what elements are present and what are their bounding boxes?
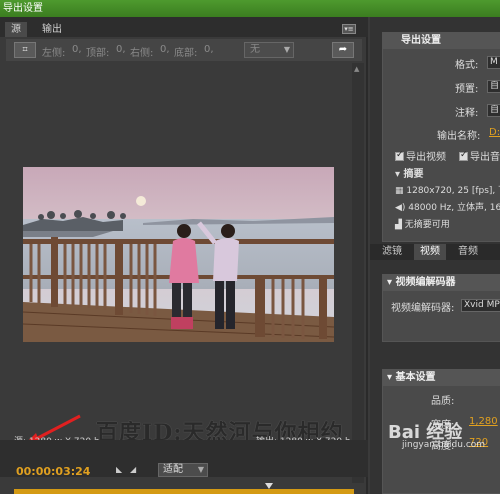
chevron-down-icon: ▼ — [197, 465, 204, 474]
export-audio-label: 导出音 — [470, 152, 500, 163]
crop-ratio-value: 无 — [250, 44, 260, 55]
crop-left-value[interactable]: 0, — [72, 44, 82, 55]
export-settings-section: 导出设置 格式: M 预置: 自 注释: 自 输出名称: D: 导出视频 导出音… — [382, 32, 500, 242]
speaker-icon: ◀) — [395, 203, 409, 213]
output-name-link[interactable]: D: — [489, 127, 500, 138]
settings-tabbar: 滤镜 视频 音频 — [370, 244, 500, 260]
site-watermark-url: jingyan.baidu.com — [402, 440, 486, 450]
collapse-triangle-icon: ▾ — [387, 372, 396, 383]
summary-audio-row: ◀) 48000 Hz, 立体声, 16 — [395, 200, 500, 213]
summary-none-row: ▟ 无摘要可用 — [395, 217, 450, 230]
set-in-point-icon[interactable]: ◣ — [116, 465, 122, 474]
crop-left-label: 左侧: — [42, 48, 66, 59]
video-preview-frame — [23, 167, 334, 342]
basic-settings-title: 基本设置 — [395, 372, 436, 383]
preset-select[interactable]: 自 — [487, 80, 500, 93]
crop-output-toggle-button[interactable]: ➦ — [332, 42, 354, 58]
crop-ratio-dropdown[interactable]: 无 ▼ — [244, 42, 294, 58]
export-video-checkbox[interactable]: 导出视频 — [395, 148, 446, 163]
video-codec-title: 视频编解码器 — [395, 277, 456, 288]
tab-audio[interactable]: 音频 — [452, 244, 484, 260]
work-area-bar[interactable] — [14, 489, 354, 494]
panel-menu-icon[interactable]: ▾≡ — [342, 24, 356, 34]
checkbox-checked-icon — [459, 150, 468, 161]
crop-right-label: 右侧: — [130, 48, 154, 59]
codec-select[interactable]: Xvid MP — [461, 299, 500, 312]
crop-right-value[interactable]: 0, — [160, 44, 170, 55]
quality-label: 品质: — [431, 396, 455, 407]
preview-image — [23, 167, 334, 342]
preset-label: 预置: — [455, 84, 479, 95]
crop-bottom-value[interactable]: 0, — [204, 44, 214, 55]
summary-header[interactable]: ▾ 摘要 — [395, 165, 424, 180]
summary-audio-text: 48000 Hz, 立体声, 16 — [408, 203, 500, 213]
basic-settings-header[interactable]: ▾ 基本设置 — [383, 370, 500, 386]
set-out-point-icon[interactable]: ◢ — [130, 465, 136, 474]
tab-output[interactable]: 输出 — [36, 22, 68, 37]
crop-top-label: 顶部: — [86, 48, 110, 59]
collapse-triangle-icon: ▾ — [387, 277, 396, 288]
window-title: 导出设置 — [0, 0, 500, 17]
summary-video-row: ▦ 1280x720, 25 [fps], 下 — [395, 183, 500, 196]
tab-source[interactable]: 源 — [5, 22, 27, 37]
crop-toolbar: ⌗ 左侧: 0, 顶部: 0, 右侧: 0, 底部: 0, 无 ▼ ➦ — [6, 39, 362, 61]
format-select[interactable]: M — [487, 56, 500, 69]
source-panel: 源 输出 ▾≡ ⌗ 左侧: 0, 顶部: 0, 右侧: 0, 底部: 0, 无 … — [0, 17, 368, 494]
chevron-down-icon: ▼ — [283, 45, 290, 54]
summary-none-text: 无摘要可用 — [404, 220, 450, 230]
comment-field[interactable]: 自 — [487, 104, 500, 117]
tab-filters[interactable]: 滤镜 — [376, 244, 408, 260]
output-name-label: 输出名称: — [437, 131, 481, 142]
source-tabbar: 源 输出 ▾≡ — [0, 17, 368, 37]
export-settings-title: 导出设置 — [383, 33, 500, 49]
crop-icon: ⌗ — [22, 45, 28, 55]
video-codec-header[interactable]: ▾ 视频编解码器 — [383, 275, 500, 291]
zoom-level-value: 适配 — [163, 464, 183, 475]
collapse-triangle-icon: ▾ — [395, 169, 404, 180]
bar-chart-icon: ▟ — [395, 220, 405, 230]
scroll-up-icon: ▲ — [354, 65, 360, 73]
crop-top-value[interactable]: 0, — [116, 44, 126, 55]
comment-label: 注释: — [455, 108, 479, 119]
film-icon: ▦ — [395, 186, 407, 196]
tab-video[interactable]: 视频 — [414, 244, 446, 260]
checkbox-checked-icon — [395, 150, 404, 161]
codec-label: 视频编解码器: — [391, 303, 455, 314]
arrow-right-icon: ➦ — [338, 44, 348, 55]
zoom-level-dropdown[interactable]: 适配 ▼ — [158, 463, 208, 477]
width-value[interactable]: 1,280 — [469, 416, 498, 427]
video-codec-section: ▾ 视频编解码器 视频编解码器: Xvid MP — [382, 274, 500, 342]
summary-video-text: 1280x720, 25 [fps], 下 — [406, 186, 500, 196]
summary-label: 摘要 — [403, 169, 424, 180]
current-timecode[interactable]: 00:00:03:24 — [16, 465, 90, 478]
crop-bottom-label: 底部: — [174, 48, 198, 59]
crop-tool-button[interactable]: ⌗ — [14, 42, 36, 58]
format-label: 格式: — [455, 60, 479, 71]
export-audio-checkbox[interactable]: 导出音 — [459, 148, 500, 163]
preview-scrollbar[interactable]: ▲ — [352, 63, 364, 483]
export-video-label: 导出视频 — [406, 152, 446, 163]
